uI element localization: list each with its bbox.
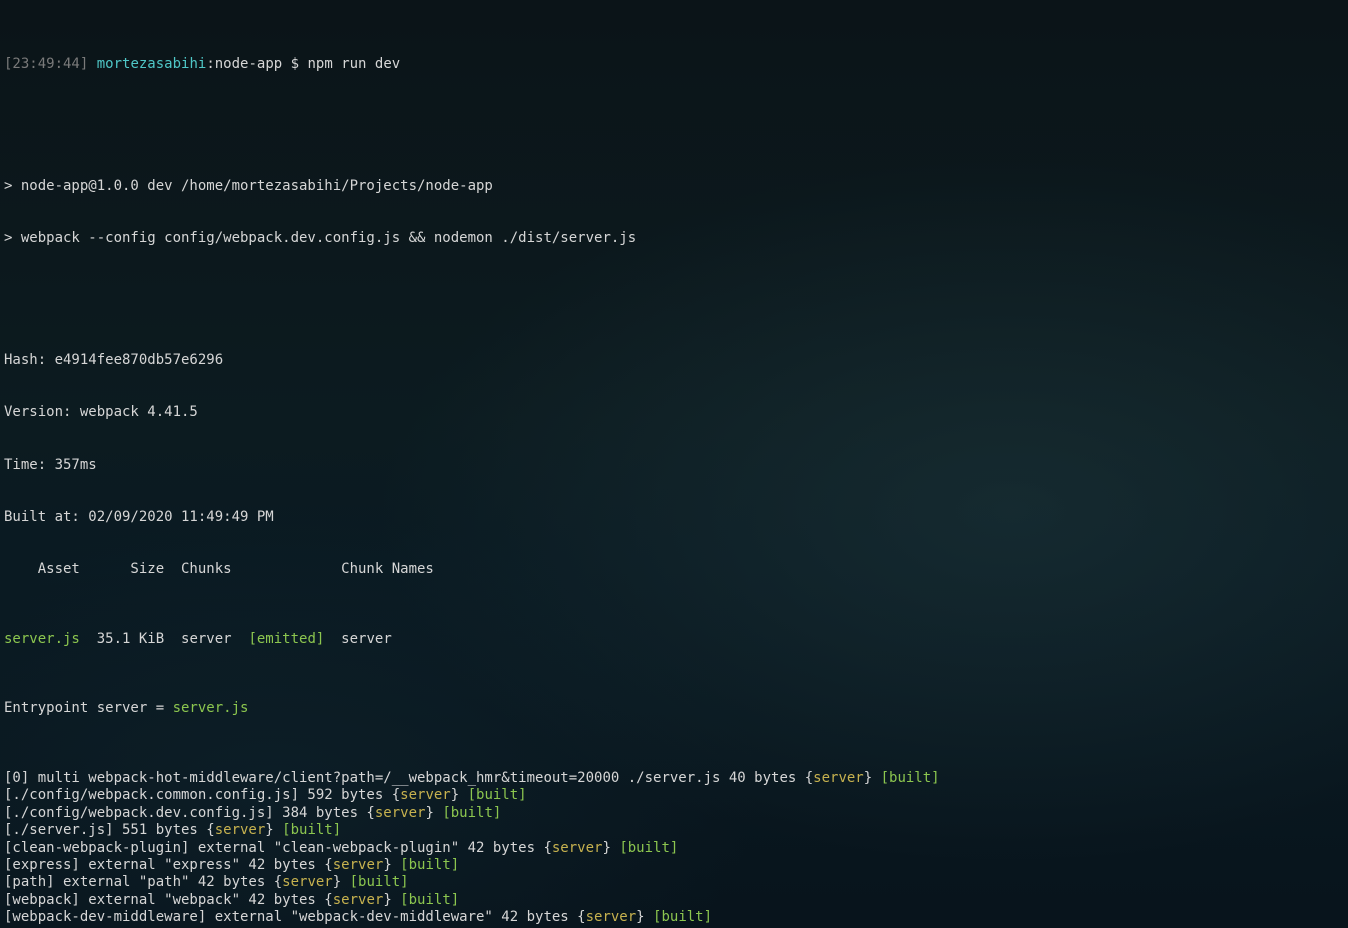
module-pre: [clean-webpack-plugin] external "clean-w…: [4, 840, 552, 856]
asset-emitted: [emitted]: [248, 631, 324, 647]
module-built: [built]: [619, 840, 678, 856]
module-pre: [path] external "path" 42 bytes {: [4, 874, 282, 890]
module-line: [./server.js] 551 bytes {server} [built]: [4, 822, 1344, 839]
module-chunk: server: [333, 857, 384, 873]
npm-echo-2: > webpack --config config/webpack.dev.co…: [4, 230, 1344, 247]
module-line: [path] external "path" 42 bytes {server}…: [4, 874, 1344, 891]
module-mid: }: [451, 787, 468, 803]
module-chunk: server: [215, 822, 266, 838]
webpack-entrypoint: Entrypoint server = server.js: [4, 700, 1344, 717]
asset-chunk: server: [164, 631, 248, 647]
asset-cname: server: [324, 631, 391, 647]
prompt-sep1: :: [206, 56, 214, 72]
module-line: [webpack-dev-middleware] external "webpa…: [4, 909, 1344, 926]
module-pre: [0] multi webpack-hot-middleware/client?…: [4, 770, 813, 786]
module-mid: }: [383, 892, 400, 908]
module-line: [express] external "express" 42 bytes {s…: [4, 857, 1344, 874]
module-mid: }: [333, 874, 350, 890]
prompt-time: [23:49:44]: [4, 56, 88, 72]
module-pre: [./server.js] 551 bytes {: [4, 822, 215, 838]
webpack-time: Time: 357ms: [4, 457, 1344, 474]
webpack-header: Asset Size Chunks Chunk Names: [4, 561, 1344, 578]
module-built: [built]: [881, 770, 940, 786]
module-chunk: server: [586, 909, 637, 925]
module-line: [./config/webpack.dev.config.js] 384 byt…: [4, 805, 1344, 822]
npm-echo-1: > node-app@1.0.0 dev /home/mortezasabihi…: [4, 178, 1344, 195]
module-built: [built]: [442, 805, 501, 821]
webpack-modules: [0] multi webpack-hot-middleware/client?…: [4, 770, 1344, 928]
webpack-version: Version: webpack 4.41.5: [4, 404, 1344, 421]
terminal[interactable]: [23:49:44] mortezasabihi:node-app $ npm …: [0, 0, 1348, 928]
module-built: [built]: [653, 909, 712, 925]
module-pre: [./config/webpack.common.config.js] 592 …: [4, 787, 400, 803]
module-mid: }: [425, 805, 442, 821]
module-chunk: server: [400, 787, 451, 803]
module-chunk: server: [813, 770, 864, 786]
module-pre: [webpack-dev-middleware] external "webpa…: [4, 909, 586, 925]
asset-name: server.js: [4, 631, 80, 647]
module-line: [clean-webpack-plugin] external "clean-w…: [4, 840, 1344, 857]
blank-line: [4, 126, 1344, 143]
asset-size: 35.1 KiB: [80, 631, 164, 647]
entry-pre: Entrypoint server =: [4, 700, 173, 716]
module-pre: [webpack] external "webpack" 42 bytes {: [4, 892, 333, 908]
module-mid: }: [602, 840, 619, 856]
module-chunk: server: [552, 840, 603, 856]
module-mid: }: [636, 909, 653, 925]
module-chunk: server: [375, 805, 426, 821]
prompt-dir: node-app: [215, 56, 282, 72]
prompt-cmd: npm run dev: [307, 56, 400, 72]
entry-val: server.js: [173, 700, 249, 716]
module-line: [0] multi webpack-hot-middleware/client?…: [4, 770, 1344, 787]
blank-line: [4, 300, 1344, 317]
webpack-hash: Hash: e4914fee870db57e6296: [4, 352, 1344, 369]
prompt-line: [23:49:44] mortezasabihi:node-app $ npm …: [4, 56, 1344, 73]
module-pre: [./config/webpack.dev.config.js] 384 byt…: [4, 805, 375, 821]
module-line: [./config/webpack.common.config.js] 592 …: [4, 787, 1344, 804]
module-pre: [express] external "express" 42 bytes {: [4, 857, 333, 873]
module-chunk: server: [333, 892, 384, 908]
prompt-user: mortezasabihi: [97, 56, 207, 72]
module-mid: }: [864, 770, 881, 786]
module-mid: }: [383, 857, 400, 873]
module-built: [built]: [400, 857, 459, 873]
module-line: [webpack] external "webpack" 42 bytes {s…: [4, 892, 1344, 909]
module-mid: }: [265, 822, 282, 838]
module-built: [built]: [282, 822, 341, 838]
module-built: [built]: [400, 892, 459, 908]
module-built: [built]: [468, 787, 527, 803]
module-chunk: server: [282, 874, 333, 890]
webpack-asset-row: server.js 35.1 KiB server [emitted] serv…: [4, 631, 1344, 648]
module-built: [built]: [350, 874, 409, 890]
webpack-built: Built at: 02/09/2020 11:49:49 PM: [4, 509, 1344, 526]
prompt-sep2: $: [282, 56, 307, 72]
